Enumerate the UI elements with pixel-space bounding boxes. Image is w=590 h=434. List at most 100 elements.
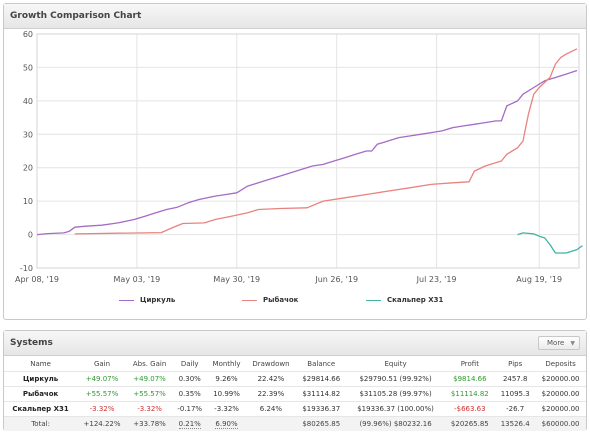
col-header-monthly[interactable]: Monthly: [207, 356, 246, 372]
total-equity-cell: (99.96%) $80232.16: [346, 416, 445, 431]
equity-cell: $29790.51 (99.92%): [346, 371, 445, 387]
x-tick-label: Apr 08, '19: [15, 275, 59, 284]
systems-table-header: Name Gain Abs. Gain Daily Monthly Drawdo…: [4, 356, 586, 372]
total-balance-cell: $80265.85: [295, 416, 347, 431]
total-row: Total: +124.22% +33.78% 0.21% 6.90% $802…: [4, 416, 586, 431]
profit-cell: $9814.66: [444, 371, 496, 387]
equity-cell: $19336.37 (100.00%): [346, 401, 445, 417]
abs-gain-cell: -3.32%: [126, 401, 173, 417]
y-tick-label: 10: [23, 197, 33, 206]
chart-panel-header: Growth Comparison Chart: [4, 4, 586, 29]
series-line-1: [36, 69, 578, 236]
y-tick-label: 30: [23, 130, 33, 139]
abs-gain-cell: +49.07%: [126, 371, 173, 387]
col-header-gain[interactable]: Gain: [77, 356, 127, 372]
systems-panel-header: Systems More ▼: [4, 331, 586, 356]
col-header-equity[interactable]: Equity: [347, 356, 445, 372]
drawdown-cell: 22.39%: [245, 386, 296, 402]
col-header-balance[interactable]: Balance: [296, 356, 347, 372]
total-deposits-cell: $60000.00: [535, 416, 586, 431]
table-row: Скальпер Х31 -3.32% -3.32% -0.17% -3.32%…: [4, 401, 586, 417]
balance-cell: $31114.82: [295, 386, 347, 402]
daily-cell: 0.30%: [172, 371, 208, 387]
gain-cell: -3.32%: [77, 401, 127, 417]
system-name-link[interactable]: Скальпер Х31: [4, 401, 78, 417]
col-header-deposits[interactable]: Deposits: [535, 356, 586, 372]
y-tick-label: 20: [23, 164, 33, 173]
chart-legend: Циркуль Рыбачок Скальпер Х31: [4, 296, 586, 308]
total-label: Total:: [4, 416, 78, 431]
total-daily-cell: 0.21%: [172, 416, 208, 431]
x-tick-label: May 30, '19: [213, 275, 260, 284]
pips-cell: 2457.8: [495, 371, 536, 387]
system-name-link[interactable]: Циркуль: [4, 371, 78, 387]
col-header-daily[interactable]: Daily: [172, 356, 207, 372]
col-header-drawdown[interactable]: Drawdown: [246, 356, 296, 372]
systems-table: Name Gain Abs. Gain Daily Monthly Drawdo…: [4, 356, 586, 431]
total-drawdown-cell: [245, 416, 296, 431]
deposits-cell: $20000.00: [535, 371, 586, 387]
caret-down-icon: ▼: [570, 339, 575, 347]
balance-cell: $29814.66: [295, 371, 347, 387]
legend-item-2[interactable]: Рыбачок: [242, 296, 298, 304]
growth-chart-panel: Growth Comparison Chart 60 50 40 30 20 10 0 -10…: [3, 3, 587, 320]
drawdown-cell: 6.24%: [245, 401, 296, 417]
legend-item-1[interactable]: Циркуль: [119, 296, 175, 304]
total-abs-gain-cell: +33.78%: [126, 416, 173, 431]
x-tick-label: May 03, '19: [114, 275, 161, 284]
systems-panel-title: Systems: [10, 338, 53, 348]
abs-gain-cell: +55.57%: [126, 386, 173, 402]
x-tick-label: Aug 19, '19: [516, 275, 562, 284]
deposits-cell: $20000.00: [535, 401, 586, 417]
col-header-pips[interactable]: Pips: [495, 356, 535, 372]
pips-cell: 11095.3: [495, 386, 536, 402]
legend-swatch-2: [242, 299, 257, 301]
table-row: Циркуль +49.07% +49.07% 0.30% 9.26% 22.4…: [4, 371, 586, 387]
y-tick-label: 0: [28, 231, 33, 240]
legend-swatch-1: [119, 299, 134, 301]
growth-chart: 60 50 40 30 20 10 0 -10 Apr 08, '19 May 03, '19 Ma…: [15, 30, 583, 284]
daily-cell: -0.17%: [172, 401, 208, 417]
profit-cell: $11114.82: [444, 386, 496, 402]
series-line-3: [517, 232, 583, 254]
y-tick-label: 60: [23, 30, 33, 39]
gain-cell: +49.07%: [77, 371, 127, 387]
legend-item-3[interactable]: Скальпер Х31: [366, 296, 443, 304]
total-profit-cell: $20265.85: [444, 416, 496, 431]
total-monthly-value: 6.90%: [215, 420, 238, 429]
table-row: Рыбачок +55.57% +55.57% 0.35% 10.99% 22.…: [4, 386, 586, 402]
more-button[interactable]: More ▼: [538, 336, 580, 350]
daily-cell: 0.35%: [172, 386, 208, 402]
monthly-cell: 9.26%: [207, 371, 246, 387]
col-header-profit[interactable]: Profit: [444, 356, 495, 372]
y-tick-label: 40: [23, 97, 33, 106]
legend-swatch-3: [366, 299, 381, 301]
monthly-cell: -3.32%: [207, 401, 246, 417]
chart-panel-title: Growth Comparison Chart: [10, 11, 142, 21]
more-button-label: More: [547, 339, 565, 347]
x-tick-label: Jun 26, '19: [314, 275, 358, 284]
total-pips-cell: 13526.4: [495, 416, 536, 431]
legend-label-3: Скальпер Х31: [387, 296, 444, 304]
equity-cell: $31105.28 (99.97%): [346, 386, 445, 402]
balance-cell: $19336.37: [295, 401, 347, 417]
monthly-cell: 10.99%: [207, 386, 246, 402]
profit-cell: -$663.63: [444, 401, 496, 417]
total-daily-value: 0.21%: [178, 420, 201, 429]
legend-label-1: Циркуль: [140, 296, 176, 304]
y-tick-label: -10: [20, 264, 33, 273]
system-name-link[interactable]: Рыбачок: [4, 386, 78, 402]
systems-panel: Systems More ▼ Name Gain Abs. Gain Daily…: [3, 330, 587, 431]
col-header-name[interactable]: Name: [4, 356, 77, 372]
pips-cell: -26.7: [495, 401, 536, 417]
series-line-2: [74, 48, 578, 235]
drawdown-cell: 22.42%: [245, 371, 296, 387]
total-gain-cell: +124.22%: [77, 416, 127, 431]
total-monthly-cell: 6.90%: [207, 416, 246, 431]
col-header-abs-gain[interactable]: Abs. Gain: [127, 356, 172, 372]
x-tick-label: Jul 23, '19: [416, 275, 457, 284]
y-tick-label: 50: [23, 63, 33, 72]
legend-label-2: Рыбачок: [263, 296, 299, 304]
gain-cell: +55.57%: [77, 386, 127, 402]
deposits-cell: $20000.00: [535, 386, 586, 402]
